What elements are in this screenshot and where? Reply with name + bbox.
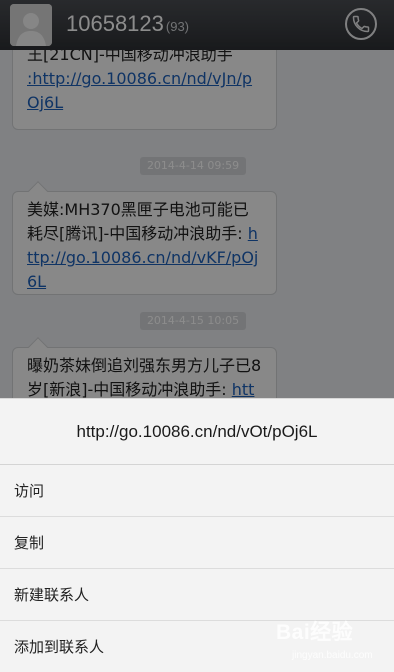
context-menu-url: http://go.10086.cn/nd/vOt/pOj6L [0, 399, 394, 465]
watermark-logo-text: Bai经验 [276, 621, 354, 644]
menu-item-copy[interactable]: 复制 [0, 517, 394, 569]
baidu-jingyan-watermark: Bai经验 jingyan.baidu.com [276, 614, 390, 666]
menu-item-visit[interactable]: 访问 [0, 465, 394, 517]
watermark-site: jingyan.baidu.com [292, 650, 373, 661]
